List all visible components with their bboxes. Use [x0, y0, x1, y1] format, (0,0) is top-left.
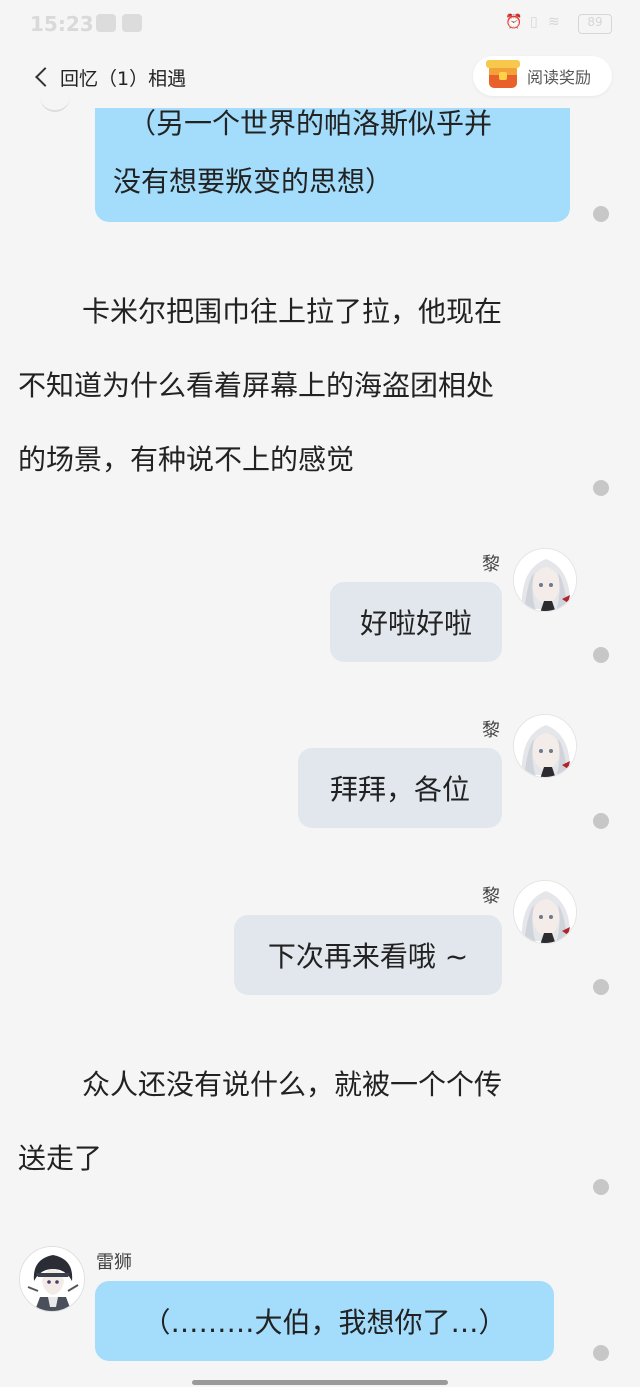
message-line: （另一个世界的帕洛斯似乎并: [128, 107, 493, 140]
battery-icon: 89: [578, 14, 612, 34]
comment-dot-icon[interactable]: [593, 813, 609, 829]
back-chevron-icon: [35, 67, 55, 87]
avatar-li[interactable]: [513, 548, 577, 612]
comment-dot-icon[interactable]: [593, 1179, 609, 1195]
narration-line: 的场景，有种说不上的感觉: [18, 443, 355, 476]
avatar-leishi[interactable]: [19, 1246, 85, 1312]
avatar-partial: [40, 96, 70, 112]
status-time: 15:23: [30, 12, 94, 36]
message-bubble[interactable]: 好啦好啦: [330, 582, 502, 662]
reading-reward-button[interactable]: 阅读奖励: [473, 56, 612, 96]
sender-name: 黎: [482, 554, 500, 575]
sender-name: 雷狮: [96, 1252, 132, 1273]
home-indicator[interactable]: [192, 1380, 448, 1385]
comment-dot-icon[interactable]: [593, 1345, 609, 1361]
wifi-icon: ≋: [548, 14, 560, 30]
message-bubble[interactable]: 下次再来看哦 ~: [234, 915, 502, 995]
comment-dot-icon[interactable]: [593, 647, 609, 663]
message-bubble[interactable]: （………大伯，我想你了…）: [95, 1281, 554, 1361]
message-bubble[interactable]: 拜拜，各位: [298, 748, 502, 828]
message-text: 下次再来看哦 ~: [267, 940, 469, 973]
narration-line: 不知道为什么看着屏幕上的海盗团相处: [18, 369, 495, 402]
narration-line: 送走了: [18, 1142, 103, 1175]
sim-icon: ▯: [530, 14, 538, 30]
avatar-li[interactable]: [513, 880, 577, 944]
app-notification-icon: [96, 14, 116, 32]
comment-dot-icon[interactable]: [593, 480, 609, 496]
message-notification-icon: [122, 14, 142, 32]
comment-dot-icon[interactable]: [593, 979, 609, 995]
back-button[interactable]: 回忆（1）相遇: [30, 60, 186, 94]
alarm-icon: ⏰: [505, 14, 523, 30]
avatar-li[interactable]: [513, 714, 577, 778]
message-bubble[interactable]: （另一个世界的帕洛斯似乎并 没有想要叛变的思想）: [95, 108, 570, 222]
message-text: 好啦好啦: [359, 607, 472, 640]
chapter-title: 回忆（1）相遇: [60, 67, 187, 90]
sender-name: 黎: [482, 886, 500, 907]
message-text: 拜拜，各位: [329, 773, 470, 806]
narration-line: 众人还没有说什么，就被一个个传: [82, 1068, 503, 1101]
treasure-chest-icon: [486, 60, 520, 88]
reward-label: 阅读奖励: [527, 68, 592, 87]
narration-line: 卡米尔把围巾往上拉了拉，他现在: [82, 295, 503, 328]
message-text: （………大伯，我想你了…）: [142, 1306, 507, 1339]
sender-name: 黎: [482, 720, 500, 741]
message-line: 没有想要叛变的思想）: [113, 165, 394, 198]
comment-dot-icon[interactable]: [593, 206, 609, 222]
